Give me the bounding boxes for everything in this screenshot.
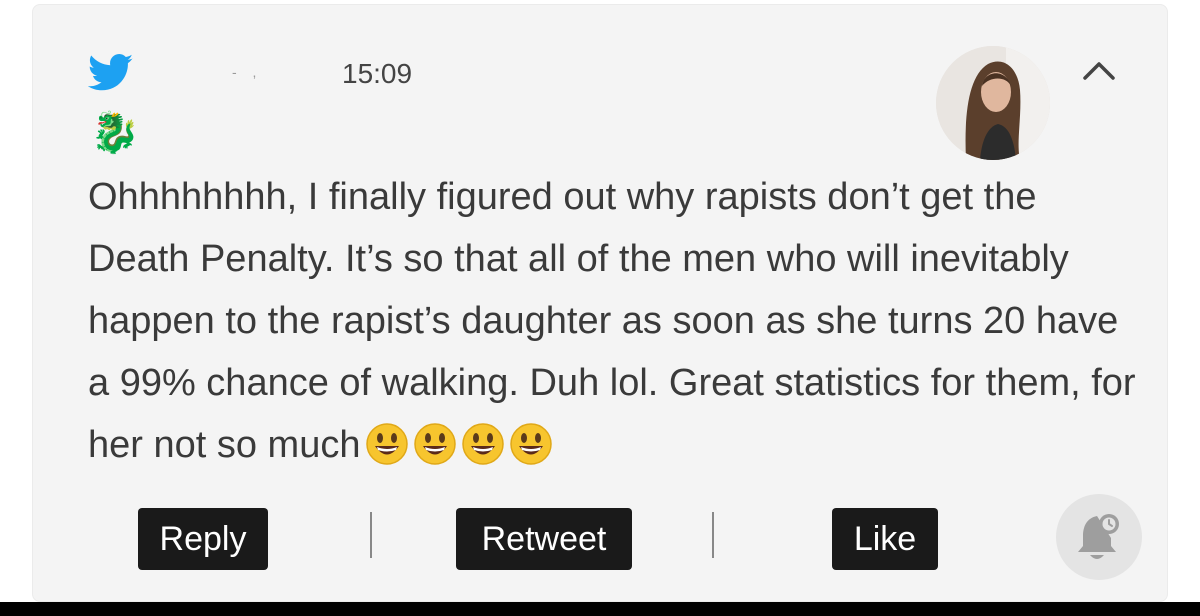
avatar[interactable] <box>936 46 1050 160</box>
notification-bell-button[interactable] <box>1056 494 1142 580</box>
user-handle[interactable]: - , <box>232 64 262 80</box>
grinning-face-icon <box>414 423 457 465</box>
page: - , 15:09 🐉 Ohhhhhhhh, I finally figured… <box>0 0 1200 616</box>
grinning-face-icon <box>510 423 553 465</box>
twitter-bird-icon <box>88 54 134 91</box>
dragon-icon: 🐉 <box>90 111 140 155</box>
chevron-up-icon[interactable] <box>1082 58 1116 82</box>
bottom-bar <box>0 602 1200 616</box>
grinning-face-icon <box>366 423 409 465</box>
divider <box>712 512 714 558</box>
tweet-body: Ohhhhhhhh, I finally figured out why rap… <box>88 166 1138 484</box>
retweet-button[interactable]: Retweet <box>456 508 632 570</box>
grinning-face-icon <box>462 423 505 465</box>
like-button[interactable]: Like <box>832 508 938 570</box>
bell-clock-icon <box>1078 514 1119 559</box>
reply-button[interactable]: Reply <box>138 508 268 570</box>
tweet-text: Ohhhhhhhh, I finally figured out why rap… <box>88 176 1136 466</box>
emoji-row <box>366 422 558 484</box>
divider <box>370 512 372 558</box>
tweet-timestamp: 15:09 <box>342 58 413 89</box>
